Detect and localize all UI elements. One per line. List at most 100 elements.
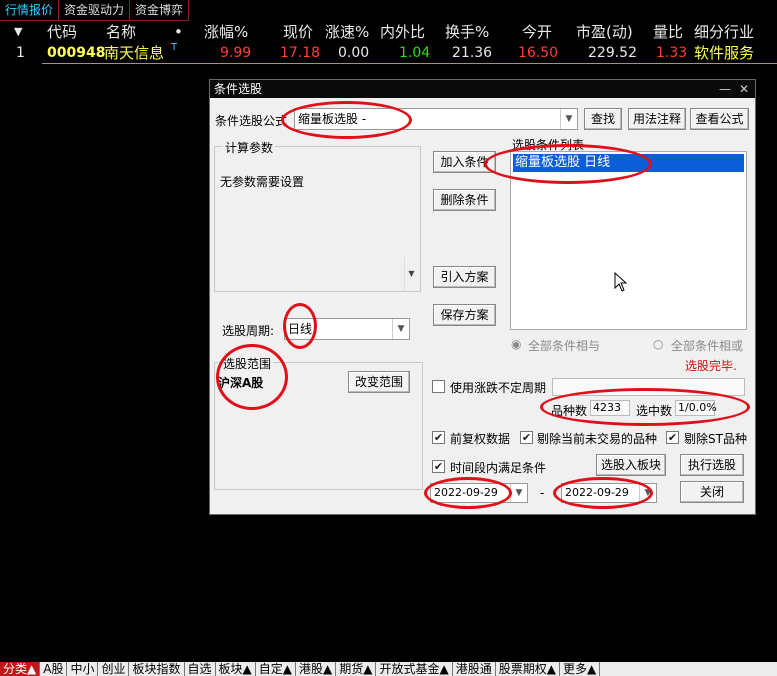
- close-icon[interactable]: ✕: [739, 80, 749, 98]
- fq-label: 前复权数据: [450, 432, 511, 446]
- tab-category[interactable]: 分类▲: [0, 662, 41, 676]
- end-date: 2022-09-29: [565, 486, 629, 499]
- chevron-down-icon[interactable]: ▼: [639, 484, 656, 502]
- start-date: 2022-09-29: [434, 486, 498, 499]
- chevron-down-icon[interactable]: ▼: [560, 109, 577, 129]
- exclude-untraded-label: 剔除当前未交易的品种: [537, 432, 658, 446]
- chevron-down-icon[interactable]: ▼: [510, 484, 527, 502]
- row-underline: [42, 63, 777, 64]
- row-index: 1: [16, 45, 25, 61]
- time-range-label: 时间段内满足条件: [450, 461, 547, 475]
- period-input[interactable]: [552, 378, 745, 396]
- period-value: 日线: [288, 322, 313, 336]
- close-button[interactable]: 关闭: [680, 481, 744, 503]
- list-item[interactable]: 缩量板选股 日线: [513, 154, 744, 172]
- tab-futures[interactable]: 期货▲: [336, 662, 377, 676]
- tab-quotes[interactable]: 行情报价: [0, 0, 60, 21]
- params-group: 计算参数 无参数需要设置 ▼: [214, 139, 421, 292]
- tab-smb[interactable]: 中小: [67, 662, 99, 676]
- add-condition-button[interactable]: 加入条件: [433, 151, 496, 173]
- start-date-picker[interactable]: 2022-09-29 ▼: [430, 483, 528, 503]
- col-inout[interactable]: 内外比: [380, 22, 425, 42]
- formula-select[interactable]: 缩量板选股 - ▼: [294, 108, 578, 130]
- tab-more[interactable]: 更多▲: [560, 662, 601, 676]
- formula-value: 缩量板选股 -: [298, 112, 367, 126]
- col-price[interactable]: 现价: [283, 22, 313, 42]
- col-turnover[interactable]: 换手%: [445, 22, 489, 42]
- sort-arrow-icon[interactable]: ▼: [14, 22, 22, 42]
- col-name[interactable]: 名称: [106, 22, 136, 42]
- selected-value: 1/0.0%: [675, 400, 717, 416]
- top-tabs: 行情报价 资金驱动力 资金博弈: [0, 0, 190, 21]
- exclude-st-checkbox[interactable]: ✔: [666, 431, 679, 444]
- dialog-titlebar[interactable]: 条件选股 — ✕: [210, 80, 755, 98]
- col-speed[interactable]: 涨速%: [325, 22, 369, 42]
- import-plan-button[interactable]: 引入方案: [433, 266, 496, 288]
- row-name: 南天信息: [104, 44, 165, 62]
- run-select-button[interactable]: 执行选股: [680, 454, 744, 476]
- params-text: 无参数需要设置: [220, 175, 305, 189]
- or-label: 全部条件相或: [671, 339, 744, 353]
- dialog-title: 条件选股: [214, 82, 263, 96]
- table-row[interactable]: 1 000948 南天信息 T 9.99 17.18 0.00 1.04 21.…: [0, 42, 777, 63]
- end-date-picker[interactable]: 2022-09-29 ▼: [561, 483, 657, 503]
- time-range-checkbox[interactable]: ✔: [432, 460, 445, 473]
- quote-header: ▼ 代码 名称 • 涨幅% 现价 涨速% 内外比 换手% 今开 市盈(动) 量比…: [0, 22, 777, 42]
- mouse-cursor-icon: [614, 272, 628, 292]
- scope-title: 选股范围: [221, 355, 274, 372]
- row-vol-ratio: 1.33: [656, 45, 688, 61]
- view-formula-button[interactable]: 查看公式: [690, 108, 749, 130]
- tab-sector-index[interactable]: 板块指数: [129, 662, 185, 676]
- col-change-pct[interactable]: 涨幅%: [204, 22, 248, 42]
- and-label: 全部条件相与: [528, 339, 601, 353]
- row-turnover: 21.36: [452, 45, 493, 61]
- selected-label: 选中数: [636, 404, 673, 418]
- chevron-down-icon[interactable]: ▼: [392, 319, 409, 339]
- tab-capital-drive[interactable]: 资金驱动力: [59, 0, 131, 21]
- row-code: 000948: [47, 45, 106, 61]
- scope-value: 沪深A股: [218, 376, 264, 390]
- minimize-icon[interactable]: —: [719, 80, 731, 98]
- tab-open-fund[interactable]: 开放式基金▲: [376, 662, 453, 676]
- save-plan-button[interactable]: 保存方案: [433, 304, 496, 326]
- row-inout: 1.04: [399, 45, 431, 61]
- radio-or-icon[interactable]: ○: [653, 337, 663, 351]
- tab-watchlist[interactable]: 自选: [185, 662, 216, 676]
- radio-and-icon[interactable]: ◉: [511, 337, 521, 351]
- col-open[interactable]: 今开: [522, 22, 552, 42]
- tab-custom[interactable]: 自定▲: [256, 662, 296, 676]
- to-board-button[interactable]: 选股入板块: [596, 454, 666, 476]
- period-select[interactable]: 日线 ▼: [284, 318, 410, 340]
- usage-notes-button[interactable]: 用法注释: [628, 108, 686, 130]
- col-code[interactable]: 代码: [47, 22, 77, 42]
- row-speed: 0.00: [338, 45, 370, 61]
- tab-stock-options[interactable]: 股票期权▲: [496, 662, 560, 676]
- condition-list[interactable]: 缩量板选股 日线: [510, 151, 747, 330]
- tab-hk[interactable]: 港股▲: [296, 662, 337, 676]
- fq-checkbox[interactable]: ✔: [432, 431, 445, 444]
- exclude-untraded-checkbox[interactable]: ✔: [520, 431, 533, 444]
- params-title: 计算参数: [223, 139, 276, 156]
- col-industry[interactable]: 细分行业: [694, 22, 754, 42]
- period-label: 选股周期:: [222, 324, 275, 338]
- col-pe[interactable]: 市盈(动): [576, 22, 633, 42]
- status-text: 选股完毕.: [685, 359, 737, 373]
- tab-hk-connect[interactable]: 港股通: [453, 662, 496, 676]
- tab-capital-game[interactable]: 资金博弈: [130, 0, 190, 21]
- date-dash: -: [540, 486, 545, 500]
- tab-a-share[interactable]: A股: [40, 662, 68, 676]
- row-mark: T: [171, 42, 178, 53]
- use-period-checkbox[interactable]: [432, 380, 445, 393]
- use-period-label: 使用涨跌不定周期: [450, 381, 547, 395]
- condition-select-dialog: 条件选股 — ✕ 条件选股公式 缩量板选股 - ▼ 查找 用法注释 查看公式 计…: [209, 79, 756, 515]
- delete-condition-button[interactable]: 删除条件: [433, 189, 496, 211]
- col-vol-ratio[interactable]: 量比: [653, 22, 683, 42]
- formula-label: 条件选股公式: [215, 114, 288, 128]
- tab-chinext[interactable]: 创业: [98, 662, 130, 676]
- change-scope-button[interactable]: 改变范围: [348, 371, 410, 393]
- count-label: 品种数: [551, 404, 588, 418]
- scope-group: 选股范围 沪深A股 改变范围: [214, 355, 423, 490]
- scroll-down-icon[interactable]: ▼: [404, 257, 418, 291]
- find-button[interactable]: 查找: [584, 108, 622, 130]
- tab-sector[interactable]: 板块▲: [216, 662, 256, 676]
